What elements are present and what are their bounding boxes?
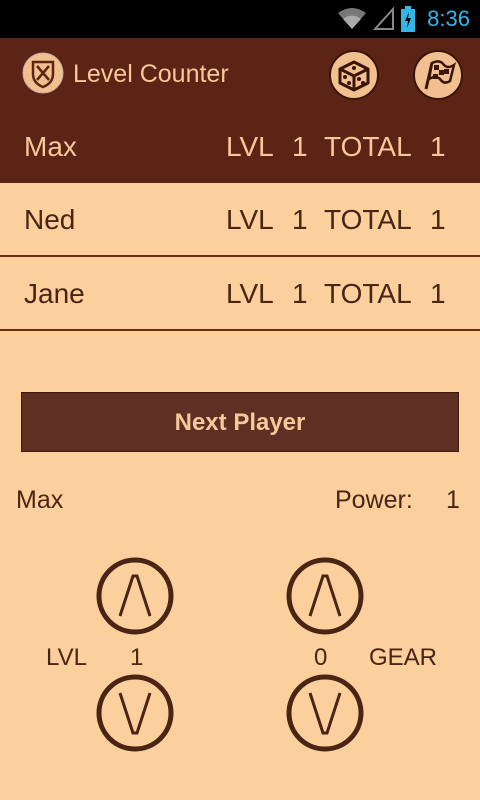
player-row-ned[interactable]: Ned LVL 1 TOTAL 1 (0, 183, 480, 257)
player-lvl-label: LVL (226, 278, 274, 309)
power-label: Power: (335, 486, 413, 514)
clock: 8:36 (427, 6, 470, 31)
level-up-button[interactable] (95, 556, 175, 636)
player-name: Max (24, 131, 77, 162)
player-total-value: 1 (430, 204, 446, 235)
player-total-value: 1 (430, 278, 446, 309)
player-lvl-value: 1 (292, 131, 308, 162)
chevron-up-icon (308, 574, 342, 617)
checkered-flag-icon[interactable] (412, 49, 464, 101)
player-total-label: TOTAL (324, 204, 412, 235)
status-bar: 8:36 (0, 0, 480, 38)
player-row-jane[interactable]: Jane LVL 1 TOTAL 1 (0, 257, 480, 331)
player-lvl-label: LVL (226, 131, 274, 162)
shield-swords-icon[interactable] (22, 52, 64, 94)
level-value: 1 (130, 644, 144, 671)
dice-icon[interactable] (328, 49, 380, 101)
chevron-up-icon (118, 574, 152, 617)
level-label: LVL (46, 644, 87, 671)
chevron-down-icon (308, 692, 342, 735)
gear-label: GEAR (369, 644, 438, 671)
player-name: Ned (24, 204, 76, 235)
battery-charging-icon (401, 6, 416, 32)
player-lvl-label: LVL (226, 204, 274, 235)
player-lvl-value: 1 (292, 204, 308, 235)
power-value: 1 (446, 486, 460, 514)
next-player-button[interactable]: Next Player (21, 392, 459, 452)
player-total-label: TOTAL (324, 278, 412, 309)
level-down-button[interactable] (95, 673, 175, 753)
player-total-label: TOTAL (324, 131, 412, 162)
chevron-down-icon (118, 692, 152, 735)
gear-up-button[interactable] (285, 556, 365, 636)
player-total-value: 1 (430, 131, 446, 162)
player-row-max[interactable]: Max LVL 1 TOTAL 1 (0, 110, 480, 183)
gear-down-button[interactable] (285, 673, 365, 753)
app-title: Level Counter (73, 60, 229, 88)
player-lvl-value: 1 (292, 278, 308, 309)
signal-icon (373, 7, 395, 30)
wifi-icon (338, 8, 367, 29)
action-bar: Level Counter (0, 38, 480, 110)
current-player-name: Max (16, 486, 64, 514)
gear-value: 0 (314, 644, 328, 671)
player-name: Jane (24, 278, 85, 309)
